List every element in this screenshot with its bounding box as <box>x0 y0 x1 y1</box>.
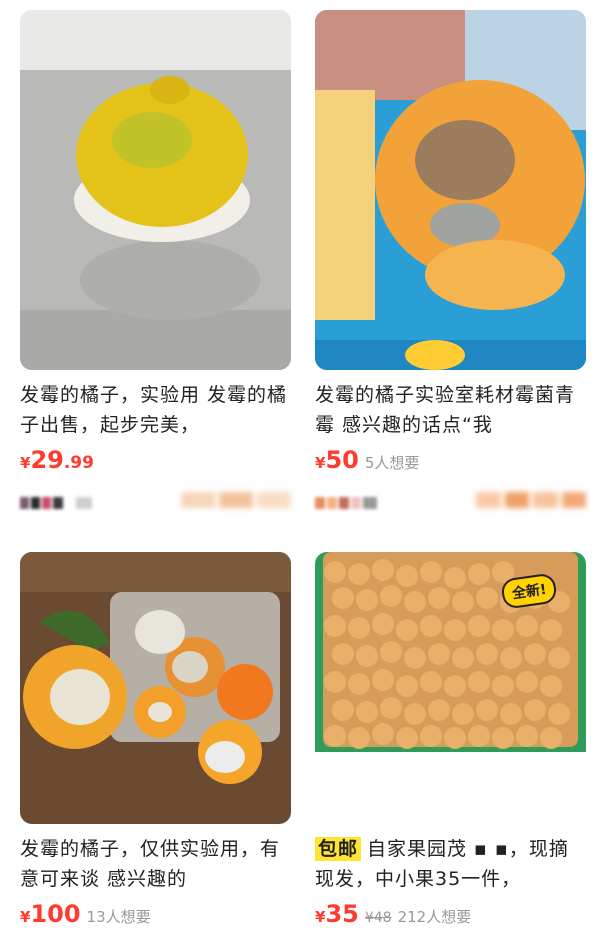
free-shipping-tag: 包邮 <box>315 837 362 861</box>
product-card[interactable]: 全新! 包邮 自家果园茂 ▪ ▪，现摘现发，中小果35一件， ¥35 ¥48 21… <box>315 552 586 931</box>
product-card[interactable]: 发霉的橘子，实验用 发霉的橘子出售，起步完美， ¥29.99 <box>20 10 291 518</box>
avatar[interactable] <box>20 490 93 516</box>
price: ¥35 <box>315 900 359 928</box>
product-card[interactable]: 发霉的橘子实验室耗材霉菌青霉 感兴趣的话点“我 ¥50 5人想要 <box>315 10 586 518</box>
seller-meta <box>181 492 291 514</box>
price-row: ¥29.99 <box>20 446 291 478</box>
product-title[interactable]: 发霉的橘子，实验用 发霉的橘子出售，起步完美， <box>20 380 291 440</box>
product-image[interactable] <box>20 552 291 824</box>
product-image[interactable] <box>20 10 291 370</box>
price-row: ¥100 13人想要 <box>20 900 291 931</box>
wants-count: 212人想要 <box>397 908 472 926</box>
avatar[interactable] <box>315 490 387 516</box>
product-image[interactable] <box>315 10 586 370</box>
price-row: ¥50 5人想要 <box>315 446 586 478</box>
product-title[interactable]: 发霉的橘子实验室耗材霉菌青霉 感兴趣的话点“我 <box>315 380 586 440</box>
product-title[interactable]: 发霉的橘子，仅供实验用，有意可来谈 感兴趣的 <box>20 834 291 894</box>
seller-row[interactable] <box>315 488 586 518</box>
price: ¥50 <box>315 446 359 474</box>
price: ¥100 <box>20 900 81 928</box>
original-price: ¥48 <box>364 910 392 926</box>
product-feed: 发霉的橘子，实验用 发霉的橘子出售，起步完美， ¥29.99 发霉的橘子实验室耗… <box>0 0 597 931</box>
product-title[interactable]: 包邮 自家果园茂 ▪ ▪，现摘现发，中小果35一件， <box>315 834 586 894</box>
seller-meta <box>476 492 586 514</box>
price: ¥29.99 <box>20 446 94 474</box>
wants-count: 13人想要 <box>86 908 151 926</box>
product-image[interactable]: 全新! <box>315 552 586 824</box>
wants-count: 5人想要 <box>364 454 420 472</box>
product-card[interactable]: 发霉的橘子，仅供实验用，有意可来谈 感兴趣的 ¥100 13人想要 <box>20 552 291 931</box>
price-row: ¥35 ¥48 212人想要 <box>315 900 586 931</box>
seller-row[interactable] <box>20 488 291 518</box>
